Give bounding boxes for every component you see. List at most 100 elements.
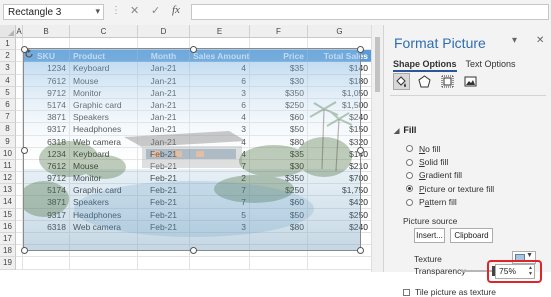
cancel-icon[interactable]: ✕ [130,4,139,17]
chevron-down-icon[interactable]: ▾ [95,6,100,17]
cell[interactable] [16,220,23,233]
cell-area[interactable]: SKU Product Month Sales Amount Price Total Sa… [16,38,372,270]
cell[interactable]: $80 [250,220,308,233]
cell[interactable]: $140 [308,62,372,75]
row-header[interactable]: 2 [0,50,16,63]
fill-option-radio[interactable]: Solid fill [406,155,494,168]
clipboard-button[interactable]: Clipboard [450,228,493,243]
cell[interactable]: 3 [190,86,250,99]
drag-handle-icon[interactable]: ⋮ [111,5,121,16]
cell[interactable]: $250 [250,184,308,197]
cell[interactable]: Speakers [70,111,138,124]
cell[interactable]: Headphones [70,208,138,221]
cell[interactable]: Jan-21 [138,74,190,87]
cell[interactable]: 4 [190,111,250,124]
cell[interactable] [16,50,23,63]
cell[interactable]: Feb-21 [138,220,190,233]
picture-icon[interactable] [462,73,479,90]
cell[interactable]: 3871 [23,111,70,124]
row-header[interactable]: 7 [0,111,16,124]
column-header[interactable]: A [16,25,23,38]
cell[interactable]: Sales Amount [190,50,250,63]
row-header[interactable]: 18 [0,245,16,258]
cell[interactable]: Mouse [70,74,138,87]
cell[interactable] [190,233,250,246]
cell[interactable]: 4 [190,135,250,148]
select-all-button[interactable] [0,25,16,38]
cell[interactable]: 3 [190,220,250,233]
formula-input[interactable] [191,4,549,20]
enter-icon[interactable]: ✓ [151,4,160,17]
cell[interactable]: Jan-21 [138,111,190,124]
cell[interactable] [190,245,250,258]
cell[interactable]: Mouse [70,159,138,173]
cell[interactable] [138,245,190,258]
cell[interactable]: Jan-21 [138,135,190,148]
cell[interactable]: $210 [308,159,372,173]
cell[interactable]: Monitor [70,86,138,99]
cell[interactable]: $320 [308,135,372,148]
cell[interactable] [16,245,23,258]
cell[interactable]: 6318 [23,135,70,148]
cell[interactable] [70,257,138,270]
cell[interactable]: Monitor [70,172,138,185]
cell[interactable]: $30 [250,159,308,173]
cell[interactable]: Web camera [70,135,138,148]
column-header[interactable]: D [138,25,190,38]
cell[interactable]: $60 [250,196,308,209]
cell[interactable] [138,233,190,246]
cell[interactable]: $420 [308,196,372,209]
cell[interactable] [308,245,372,258]
cell[interactable]: 4 [190,147,250,160]
cell[interactable] [16,111,23,124]
row-header[interactable]: 5 [0,86,16,99]
cell[interactable]: $80 [250,135,308,148]
cell[interactable]: $250 [308,208,372,221]
row-header[interactable]: 4 [0,74,16,87]
column-header[interactable]: B [23,25,70,38]
row-header[interactable]: 3 [0,62,16,75]
cell[interactable]: 9712 [23,172,70,185]
row-header[interactable]: 14 [0,196,16,209]
row-header[interactable]: 12 [0,172,16,185]
cell[interactable]: $1,050 [308,86,372,99]
cell[interactable] [250,257,308,270]
row-header[interactable]: 15 [0,208,16,221]
cell[interactable]: 6 [190,98,250,112]
name-box[interactable]: Rectangle 3 ▾ [3,4,104,20]
cell[interactable]: $1,500 [308,98,372,112]
cell[interactable]: Feb-21 [138,172,190,185]
fill-option-radio[interactable]: No fill [406,142,494,155]
cell[interactable]: 5174 [23,184,70,197]
cell[interactable] [16,74,23,87]
cell[interactable]: $240 [308,220,372,233]
row-header[interactable]: 1 [0,38,16,51]
cell[interactable] [16,123,23,136]
cell[interactable]: 5 [190,208,250,221]
radio-button[interactable] [406,158,413,166]
size-properties-icon[interactable] [439,73,456,90]
cell[interactable]: 3871 [23,196,70,209]
cell[interactable] [190,257,250,270]
cell[interactable]: Feb-21 [138,196,190,209]
cell[interactable]: 6318 [23,220,70,233]
cell[interactable]: $35 [250,62,308,75]
effects-icon[interactable] [416,73,433,90]
cell[interactable] [16,86,23,99]
cell[interactable]: 1234 [23,147,70,160]
row-header[interactable]: 10 [0,147,16,160]
cell[interactable]: Headphones [70,123,138,136]
cell[interactable] [138,38,190,51]
cell[interactable]: Speakers [70,196,138,209]
tab-shape-options[interactable]: Shape Options [393,59,457,72]
cell[interactable]: 2 [190,172,250,185]
cell[interactable] [250,245,308,258]
cell[interactable]: $150 [308,123,372,136]
insert-button[interactable]: Insert... [414,228,445,243]
worksheet-grid[interactable]: ABCDEFG 1 2 3 4 5 6 7 8 9 10 11 12 13 14 15 16 17 18 19 SK… [0,25,383,272]
row-header[interactable]: 8 [0,123,16,136]
cell[interactable] [23,245,70,258]
cell[interactable]: $1,750 [308,184,372,197]
cell[interactable] [23,233,70,246]
close-icon[interactable]: ✕ [536,35,544,46]
